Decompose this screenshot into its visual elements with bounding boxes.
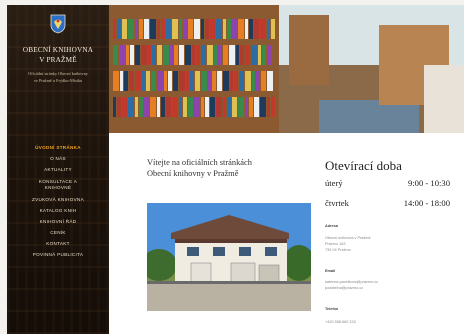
main-navigation: ÚVODNÍ STRÁNKA O NÁS AKTUALITY KONSULTAC… bbox=[7, 142, 109, 260]
address-line: Obecní knihovna v Pražmě bbox=[325, 236, 371, 240]
nav-item-catalog[interactable]: KATALOG KNIH bbox=[7, 205, 109, 216]
nav-item-rules[interactable]: KNIHOVNÍ ŘÁD bbox=[7, 216, 109, 227]
email-link[interactable]: podatelna@prazmo.cz bbox=[325, 286, 363, 291]
nav-item-contact[interactable]: KONTAKT bbox=[7, 238, 109, 249]
nav-item-audio-library[interactable]: ZVUKOVÁ KNIHOVNA bbox=[7, 194, 109, 205]
hours-time: 9:00 - 10:30 bbox=[407, 178, 450, 188]
address-line: Pražmo 163 bbox=[325, 242, 346, 246]
nav-item-consultations[interactable]: KONSULTACE A KNIHOVNÉ bbox=[7, 175, 109, 194]
welcome-line1: Vítejte na oficiálních stránkách bbox=[147, 158, 252, 167]
site-subtitle-line2: ve Pražmě u Frýdku-Místku bbox=[33, 78, 83, 83]
hours-time: 14:00 - 18:00 bbox=[403, 198, 450, 208]
nav-item-about[interactable]: O NÁS bbox=[7, 153, 109, 164]
site-title-line2[interactable]: V PRAŽMĚ bbox=[7, 56, 109, 64]
phone-label: Telefon bbox=[325, 307, 339, 311]
hours-row-thursday: čtvrtek 14:00 - 18:00 bbox=[325, 198, 450, 208]
coat-of-arms-icon bbox=[50, 14, 66, 34]
nav-item-pricing[interactable]: CENÍK bbox=[7, 227, 109, 238]
opening-hours-title: Otevírací doba bbox=[325, 158, 402, 173]
hours-day: čtvrtek bbox=[325, 198, 349, 208]
nav-item-news[interactable]: AKTUALITY bbox=[7, 164, 109, 175]
page: OBECNÍ KNIHOVNA V PRAŽMĚ Oficiální strán… bbox=[0, 0, 464, 334]
email-link[interactable]: katerina.pavelkova@prazmo.cz bbox=[325, 280, 378, 285]
site-title-line1[interactable]: OBECNÍ KNIHOVNA bbox=[7, 46, 109, 54]
hours-day: úterý bbox=[325, 178, 343, 188]
address-label: Adresa bbox=[325, 224, 338, 228]
welcome-line2: Obecní knihovny v Pražmě bbox=[147, 169, 239, 178]
phone-number[interactable]: +420 558 660 233 bbox=[325, 320, 356, 325]
nav-item-publicity[interactable]: POVINNÁ PUBLICITA bbox=[7, 249, 109, 260]
welcome-heading: Vítejte na oficiálních stránkách Obecní … bbox=[147, 157, 317, 179]
address-line: 739 04 Pražmo bbox=[325, 248, 351, 252]
hours-row-tuesday: úterý 9:00 - 10:30 bbox=[325, 178, 450, 188]
email-label: Email bbox=[325, 269, 336, 273]
site-subtitle-line1: Oficiální stránky Obecní knihovny bbox=[28, 71, 88, 76]
sidebar: OBECNÍ KNIHOVNA V PRAŽMĚ Oficiální strán… bbox=[7, 5, 109, 334]
header-photo-library-interior bbox=[109, 5, 464, 133]
nav-item-home[interactable]: ÚVODNÍ STRÁNKA bbox=[7, 142, 109, 153]
library-building-photo bbox=[147, 203, 311, 311]
